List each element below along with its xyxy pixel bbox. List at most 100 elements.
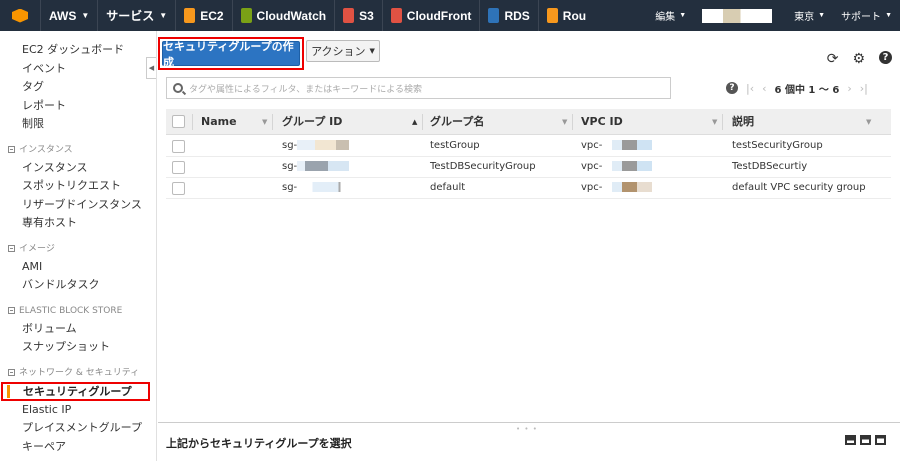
layout-toggle	[845, 435, 886, 445]
help-icon[interactable]: ?	[879, 51, 892, 64]
cloudwatch-icon	[240, 8, 252, 23]
sidebar-section-images[interactable]: イメージ	[0, 240, 156, 258]
sidebar-item-security-groups[interactable]: セキュリティグループ	[1, 381, 150, 401]
chevron-down-icon: ▼	[369, 47, 375, 55]
create-security-group-button[interactable]: セキュリティグループの作成	[162, 40, 300, 69]
first-page-icon[interactable]: |‹	[746, 82, 754, 95]
gear-icon[interactable]: ⚙	[852, 51, 865, 67]
redacted-value	[297, 140, 350, 150]
search-icon	[173, 83, 183, 93]
route53-icon	[546, 8, 558, 23]
nav-link-route53[interactable]: Rou	[539, 0, 594, 31]
refresh-icon[interactable]: ⟳	[827, 51, 839, 67]
column-header-group-id[interactable]: グループ ID	[282, 109, 342, 135]
row-checkbox[interactable]	[172, 161, 185, 174]
support-menu[interactable]: サポート ▼	[833, 0, 900, 31]
pagination: |‹ ‹ 6 個中 1 ～ 6 › ›|	[746, 81, 868, 96]
sort-icon[interactable]: ▼	[262, 109, 267, 135]
sidebar-item-reserved-instances[interactable]: リザーブドインスタンス	[0, 196, 156, 215]
prev-page-icon[interactable]: ‹	[762, 82, 766, 95]
detail-pane: • • • 上記からセキュリティグループを選択	[158, 422, 900, 461]
chevron-down-icon: ▼	[159, 11, 168, 20]
sidebar-item-limits[interactable]: 制限	[0, 115, 156, 134]
cell-group-id: sg-	[282, 136, 350, 156]
sidebar-item-reports[interactable]: レポート	[0, 97, 156, 116]
sidebar: EC2 ダッシュボード イベント タグ レポート 制限 インスタンス インスタン…	[0, 31, 157, 461]
collapse-icon	[8, 307, 15, 314]
table-row[interactable]: sg- default vpc- default VPC security gr…	[166, 178, 891, 199]
toolbar-icons: ⟳ ⚙ ?	[827, 51, 892, 67]
row-checkbox[interactable]	[172, 182, 185, 195]
column-header-description[interactable]: 説明	[732, 109, 754, 135]
sidebar-section-instances[interactable]: インスタンス	[0, 141, 156, 159]
cell-vpc-id: vpc-	[581, 136, 653, 156]
cell-description: testSecurityGroup	[732, 140, 823, 151]
sort-asc-icon[interactable]: ▲	[412, 109, 417, 135]
cloudfront-icon	[390, 8, 402, 23]
redacted-value	[297, 161, 350, 171]
nav-link-cloudfront[interactable]: CloudFront	[383, 0, 481, 31]
nav-link-s3[interactable]: S3	[335, 0, 383, 31]
layout-large-icon[interactable]	[845, 435, 856, 445]
sidebar-item-tags[interactable]: タグ	[0, 78, 156, 97]
layout-medium-icon[interactable]	[860, 435, 871, 445]
chevron-down-icon: ▼	[818, 12, 826, 19]
nav-right: 編集 ▼ 東京 ▼ サポート ▼	[647, 0, 900, 31]
search-help-icon[interactable]: ?	[726, 82, 738, 94]
next-page-icon[interactable]: ›	[847, 82, 851, 95]
redacted-value	[602, 161, 653, 171]
actions-button[interactable]: アクション ▼	[306, 40, 380, 62]
sidebar-item-spot-requests[interactable]: スポットリクエスト	[0, 177, 156, 196]
sidebar-collapse-toggle[interactable]: ◀	[146, 57, 156, 79]
aws-menu[interactable]: AWS ▼	[41, 0, 99, 31]
chevron-left-icon: ◀	[148, 64, 155, 72]
last-page-icon[interactable]: ›|	[860, 82, 868, 95]
chevron-down-icon: ▼	[885, 12, 892, 19]
sidebar-item-bundle-tasks[interactable]: バンドルタスク	[0, 276, 156, 295]
sidebar-item-dedicated-hosts[interactable]: 専有ホスト	[0, 214, 156, 233]
column-header-name[interactable]: Name	[201, 109, 237, 135]
region-menu[interactable]: 東京 ▼	[786, 0, 833, 31]
sidebar-section-ebs[interactable]: ELASTIC BLOCK STORE	[0, 302, 156, 320]
edit-menu[interactable]: 編集 ▼	[647, 0, 695, 31]
sidebar-item-elastic-ip[interactable]: Elastic IP	[0, 401, 156, 420]
account-menu[interactable]	[694, 0, 786, 31]
services-menu[interactable]: サービス ▼	[98, 0, 177, 31]
sidebar-item-key-pairs[interactable]: キーペア	[0, 438, 156, 457]
sidebar-section-network-security[interactable]: ネットワーク & セキュリティ	[0, 364, 156, 382]
column-header-vpc-id[interactable]: VPC ID	[581, 109, 623, 135]
table-row[interactable]: sg- testGroup vpc- testSecurityGroup	[166, 136, 891, 157]
column-divider	[192, 114, 193, 130]
column-header-group-name[interactable]: グループ名	[430, 109, 484, 135]
table-row[interactable]: sg- TestDBSecurityGroup vpc- TestDBSecur…	[166, 157, 891, 178]
sidebar-item-volumes[interactable]: ボリューム	[0, 320, 156, 339]
aws-cube-icon	[12, 8, 28, 23]
sidebar-item-events[interactable]: イベント	[0, 60, 156, 79]
cell-group-name: testGroup	[430, 140, 480, 151]
sidebar-item-dashboard[interactable]: EC2 ダッシュボード	[0, 41, 156, 60]
sidebar-item-instances[interactable]: インスタンス	[0, 159, 156, 178]
sort-icon[interactable]: ▼	[562, 109, 567, 135]
cell-group-id: sg-	[282, 157, 350, 177]
cell-vpc-id: vpc-	[581, 178, 653, 198]
account-name	[702, 8, 773, 23]
nav-link-ec2[interactable]: EC2	[176, 0, 233, 31]
cell-vpc-id: vpc-	[581, 157, 653, 177]
sidebar-item-snapshots[interactable]: スナップショット	[0, 338, 156, 357]
sort-icon[interactable]: ▼	[866, 109, 871, 135]
sidebar-item-ami[interactable]: AMI	[0, 258, 156, 277]
search-input[interactable]: タグや属性によるフィルタ、またはキーワードによる検索	[166, 77, 671, 99]
collapse-icon	[8, 369, 15, 376]
nav-link-rds[interactable]: RDS	[480, 0, 539, 31]
resize-handle[interactable]: • • •	[516, 425, 538, 433]
main-content: セキュリティグループの作成 アクション ▼ ⟳ ⚙ ? タグや属性によるフィルタ、…	[158, 31, 900, 461]
top-nav: AWS ▼ サービス ▼ EC2 CloudWatch S3 CloudFront …	[0, 0, 900, 31]
sidebar-item-placement-groups[interactable]: プレイスメントグループ	[0, 419, 156, 438]
row-checkbox[interactable]	[172, 140, 185, 153]
aws-logo[interactable]	[0, 0, 41, 31]
sort-icon[interactable]: ▼	[712, 109, 717, 135]
select-all-checkbox[interactable]	[172, 115, 185, 128]
layout-small-icon[interactable]	[875, 435, 886, 445]
redacted-value	[602, 182, 653, 192]
nav-link-cloudwatch[interactable]: CloudWatch	[233, 0, 336, 31]
